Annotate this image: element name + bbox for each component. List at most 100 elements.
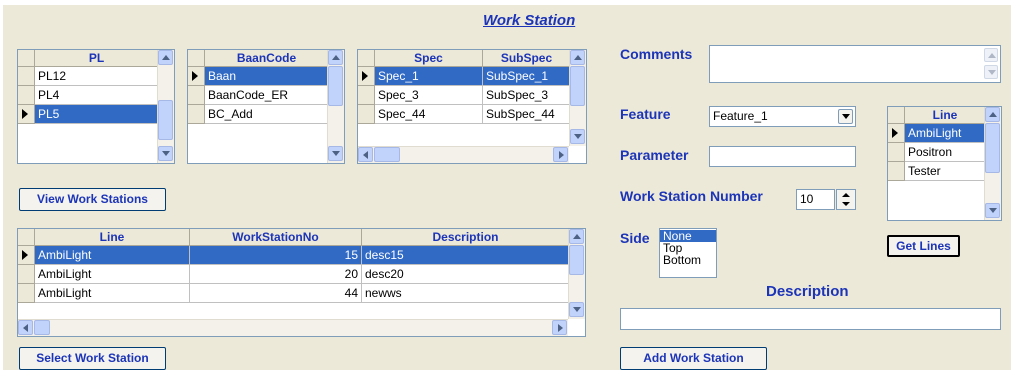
vertical-scrollbar[interactable] <box>157 50 174 163</box>
vertical-scrollbar[interactable] <box>327 50 344 163</box>
parameter-field[interactable] <box>709 146 856 167</box>
row-selector[interactable] <box>888 124 905 143</box>
page-title[interactable]: Work Station <box>483 12 575 29</box>
table-row[interactable]: AmbiLight <box>905 124 986 143</box>
scroll-up-icon[interactable] <box>570 50 585 65</box>
scroll-thumb[interactable] <box>985 123 1000 173</box>
scroll-down-icon[interactable] <box>985 203 1000 218</box>
row-selector[interactable] <box>188 105 205 124</box>
description-cell[interactable]: desc20 <box>362 265 570 283</box>
row-selector[interactable] <box>188 67 205 86</box>
scroll-right-icon[interactable] <box>553 147 568 162</box>
subspec-cell[interactable]: SubSpec_3 <box>483 86 571 104</box>
line-cell[interactable]: AmbiLight <box>35 246 190 264</box>
scroll-left-icon[interactable] <box>18 320 33 335</box>
line-cell[interactable]: Positron <box>905 143 986 161</box>
baancode-cell[interactable]: BaanCode_ER <box>205 86 329 104</box>
comments-field[interactable] <box>709 45 1001 83</box>
scroll-down-icon[interactable] <box>984 65 998 79</box>
subspec-cell[interactable]: SubSpec_1 <box>483 67 571 85</box>
row-selector[interactable] <box>18 284 35 303</box>
row-selector[interactable] <box>18 246 35 265</box>
scroll-thumb[interactable] <box>569 245 584 275</box>
add-work-station-button[interactable]: Add Work Station <box>620 347 767 370</box>
row-selector[interactable] <box>18 265 35 284</box>
table-row[interactable]: Spec_1 SubSpec_1 <box>375 67 571 86</box>
baancode-grid[interactable]: BaanCode Baan BaanCode_ER BC_Add <box>187 49 345 164</box>
spec-column-header[interactable]: Spec <box>375 50 483 67</box>
select-work-station-button[interactable]: Select Work Station <box>19 347 166 370</box>
row-selector[interactable] <box>358 67 375 86</box>
spec-grid[interactable]: Spec SubSpec Spec_1 SubSpec_1 Spec_3 Sub… <box>357 49 587 164</box>
line-cell[interactable]: AmbiLight <box>905 124 986 142</box>
row-selector[interactable] <box>188 86 205 105</box>
feature-dropdown[interactable]: Feature_1 <box>709 106 856 127</box>
table-row[interactable]: AmbiLight 15 desc15 <box>35 246 570 265</box>
row-selector[interactable] <box>888 143 905 162</box>
scroll-thumb[interactable] <box>570 66 585 106</box>
vertical-scrollbar[interactable] <box>568 229 585 319</box>
scroll-up-icon[interactable] <box>158 50 173 65</box>
increment-icon[interactable] <box>842 193 850 197</box>
table-row[interactable]: Baan <box>205 67 329 86</box>
spec-cell[interactable]: Spec_3 <box>375 86 483 104</box>
pl-column-header[interactable]: PL <box>35 50 159 67</box>
table-row[interactable]: PL12 <box>35 67 159 86</box>
subspec-cell[interactable]: SubSpec_44 <box>483 105 571 123</box>
table-row[interactable]: BC_Add <box>205 105 329 124</box>
horizontal-scrollbar[interactable] <box>18 319 568 336</box>
table-row[interactable]: Spec_3 SubSpec_3 <box>375 86 571 105</box>
baancode-cell[interactable]: Baan <box>205 67 329 85</box>
horizontal-scrollbar[interactable] <box>358 146 569 163</box>
scroll-up-icon[interactable] <box>569 229 584 244</box>
workstationno-cell[interactable]: 15 <box>190 246 362 264</box>
table-row[interactable]: PL4 <box>35 86 159 105</box>
pl-grid[interactable]: PL PL12 PL4 PL5 <box>17 49 175 164</box>
row-selector[interactable] <box>18 86 35 105</box>
table-row[interactable]: PL5 <box>35 105 159 124</box>
scroll-thumb[interactable] <box>374 147 400 162</box>
stepper-buttons[interactable] <box>836 189 856 210</box>
pl-cell[interactable]: PL5 <box>35 105 159 123</box>
scroll-up-icon[interactable] <box>984 48 998 62</box>
vertical-scrollbar[interactable] <box>569 50 586 146</box>
line-column-header[interactable]: Line <box>35 229 190 246</box>
workstationno-cell[interactable]: 20 <box>190 265 362 283</box>
baancode-column-header[interactable]: BaanCode <box>205 50 329 67</box>
scroll-thumb[interactable] <box>34 320 50 335</box>
table-row[interactable]: AmbiLight 44 newws <box>35 284 570 303</box>
table-row[interactable]: Positron <box>905 143 986 162</box>
scroll-down-icon[interactable] <box>328 146 343 161</box>
spec-cell[interactable]: Spec_1 <box>375 67 483 85</box>
table-row[interactable]: Tester <box>905 162 986 181</box>
table-row[interactable]: BaanCode_ER <box>205 86 329 105</box>
spec-cell[interactable]: Spec_44 <box>375 105 483 123</box>
scroll-right-icon[interactable] <box>552 320 567 335</box>
table-row[interactable]: Spec_44 SubSpec_44 <box>375 105 571 124</box>
line-cell[interactable]: AmbiLight <box>35 265 190 283</box>
pl-cell[interactable]: PL12 <box>35 67 159 85</box>
scroll-down-icon[interactable] <box>570 129 585 144</box>
description-field[interactable] <box>620 308 1001 330</box>
workstationno-column-header[interactable]: WorkStationNo <box>190 229 362 246</box>
scroll-up-icon[interactable] <box>328 50 343 65</box>
row-selector[interactable] <box>18 105 35 124</box>
line-cell[interactable]: AmbiLight <box>35 284 190 302</box>
scroll-down-icon[interactable] <box>569 302 584 317</box>
row-selector[interactable] <box>358 105 375 124</box>
row-selector[interactable] <box>358 86 375 105</box>
scroll-thumb[interactable] <box>328 66 343 106</box>
pl-cell[interactable]: PL4 <box>35 86 159 104</box>
workstationno-cell[interactable]: 44 <box>190 284 362 302</box>
line-grid[interactable]: Line AmbiLight Positron Tester <box>887 106 1002 221</box>
line-column-header[interactable]: Line <box>905 107 986 124</box>
description-column-header[interactable]: Description <box>362 229 570 246</box>
work-station-number-stepper[interactable]: 10 <box>796 189 835 210</box>
view-work-stations-button[interactable]: View Work Stations <box>19 188 166 211</box>
scroll-up-icon[interactable] <box>985 107 1000 122</box>
line-cell[interactable]: Tester <box>905 162 986 180</box>
subspec-column-header[interactable]: SubSpec <box>483 50 571 67</box>
decrement-icon[interactable] <box>842 202 850 206</box>
row-selector[interactable] <box>18 67 35 86</box>
side-listbox[interactable]: None Top Bottom <box>659 228 717 278</box>
